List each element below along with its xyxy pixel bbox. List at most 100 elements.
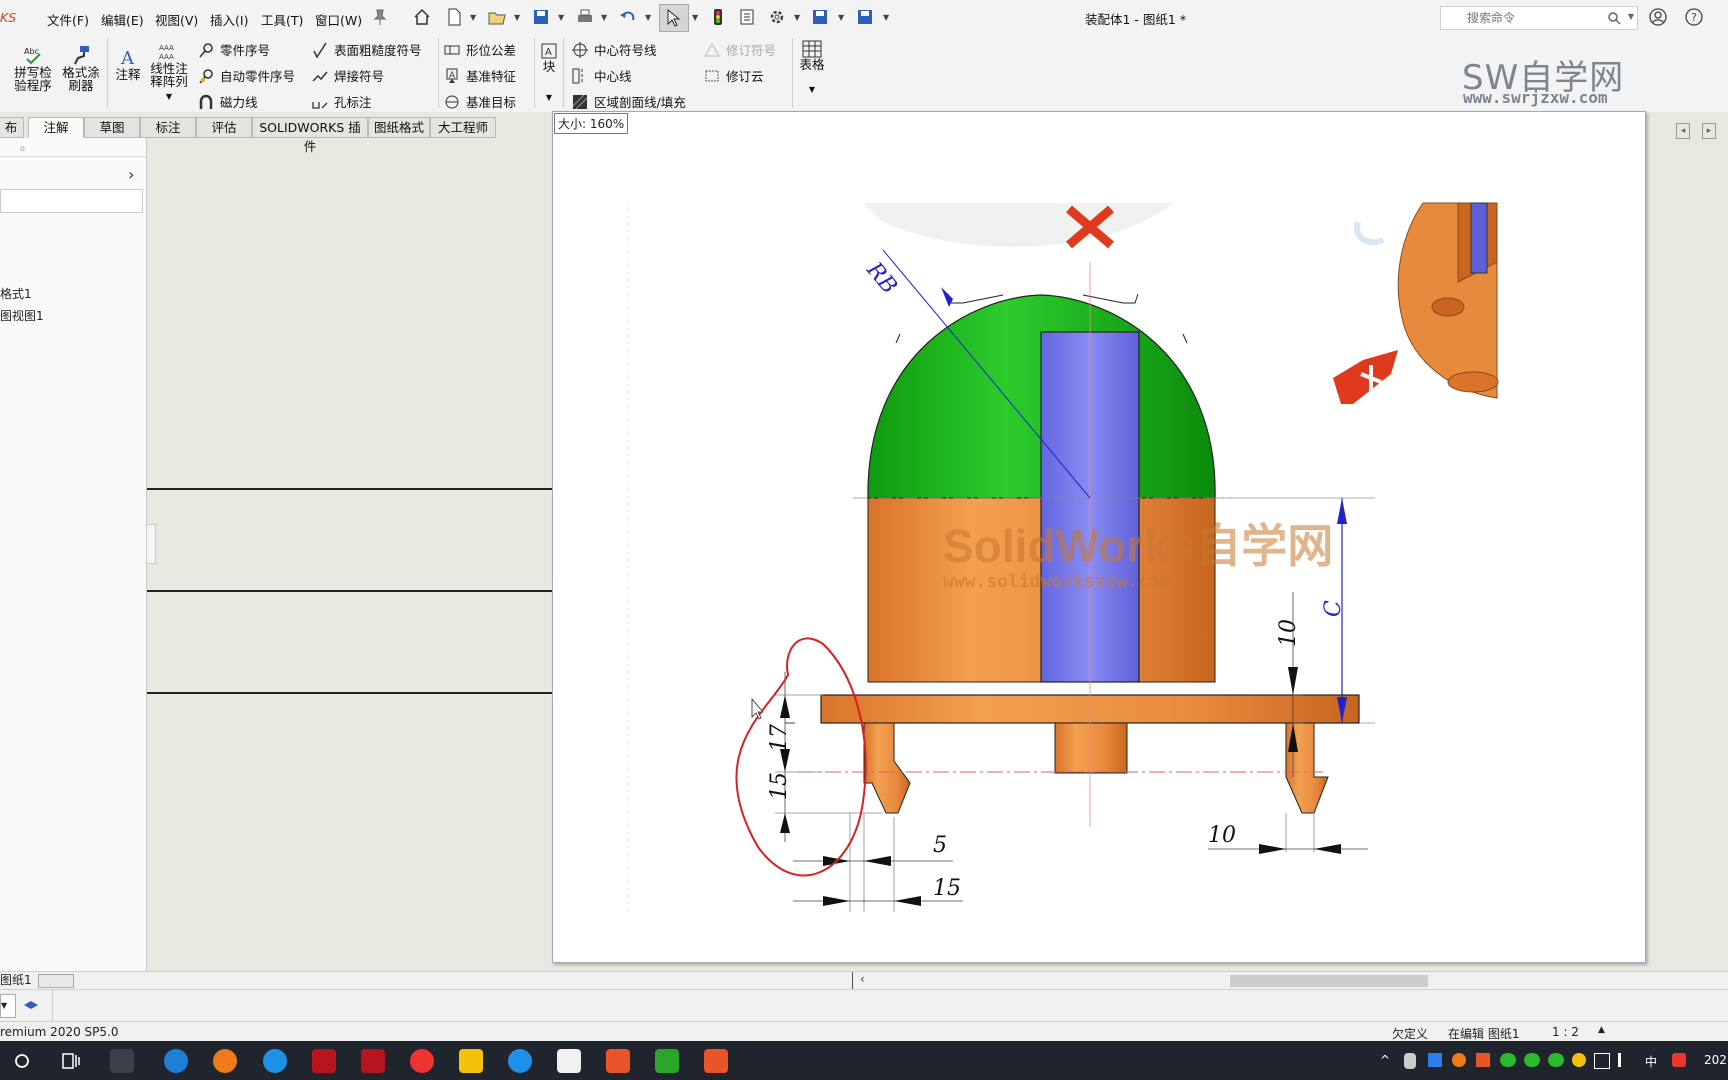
- drawing-sheet[interactable]: RB SolidWorks自学网 www.solidworkszxw.com C: [552, 111, 1646, 963]
- linear-note-pattern-button[interactable]: AAA AAA 线性注 释阵列 ▼: [148, 42, 190, 103]
- options-dropdown-icon[interactable]: ▼: [794, 13, 800, 22]
- format-painter-button[interactable]: 格式涂 刷器: [60, 44, 102, 92]
- tab-evaluate[interactable]: 评估: [196, 117, 252, 138]
- tray-expand-icon[interactable]: ^: [1380, 1053, 1390, 1067]
- search-tool-icon[interactable]: [213, 1049, 237, 1073]
- revision-symbol-button[interactable]: 修订符号: [704, 40, 776, 59]
- scale-status[interactable]: 1 : 2: [1552, 1025, 1579, 1039]
- spell-check-button[interactable]: Abc 拼写检 验程序: [12, 44, 54, 92]
- tab-engineer[interactable]: 大工程师: [430, 117, 496, 138]
- start-icon[interactable]: [14, 1053, 30, 1069]
- microphone-icon[interactable]: [1404, 1053, 1416, 1069]
- scale-dropdown-icon[interactable]: ▲: [1598, 1025, 1605, 1035]
- horizontal-scrollbar-thumb[interactable]: [1230, 975, 1428, 987]
- geometric-tolerance-button[interactable]: 形位公差: [444, 40, 516, 59]
- camtasia-icon[interactable]: [655, 1049, 679, 1073]
- tab-sketch[interactable]: 草图: [84, 117, 140, 138]
- panel-filter-input[interactable]: [0, 189, 143, 213]
- solidworks-2020-icon[interactable]: [361, 1049, 385, 1073]
- layer-icon[interactable]: [22, 996, 40, 1014]
- search-dropdown-icon[interactable]: ▼: [1628, 12, 1634, 21]
- sogou-ime-icon[interactable]: [1672, 1053, 1686, 1067]
- linear-note-pattern-dropdown-icon[interactable]: ▼: [148, 90, 190, 103]
- chrome-browser-icon[interactable]: [410, 1049, 434, 1073]
- messenger-icon[interactable]: [508, 1049, 532, 1073]
- collapse-right-icon[interactable]: ▸: [1702, 123, 1716, 139]
- save-dropdown-icon[interactable]: ▼: [558, 13, 564, 22]
- block-dropdown-icon[interactable]: ▼: [538, 91, 560, 104]
- menu-edit[interactable]: 编辑(E): [101, 10, 144, 29]
- wechat-icon-2[interactable]: [1524, 1053, 1540, 1067]
- open-dropdown-icon[interactable]: ▼: [514, 13, 520, 22]
- new-dropdown-icon[interactable]: ▼: [470, 13, 476, 22]
- sheet-tab[interactable]: 图纸1: [0, 972, 32, 989]
- photo-app-icon[interactable]: [557, 1049, 581, 1073]
- block-button[interactable]: A 块 ▼: [538, 42, 560, 104]
- save-as-icon[interactable]: [810, 7, 830, 27]
- undo-dropdown-icon[interactable]: ▼: [645, 13, 651, 22]
- user-account-icon[interactable]: [1649, 8, 1667, 26]
- volume-icon[interactable]: [1618, 1053, 1635, 1067]
- options-gear-icon[interactable]: [767, 7, 787, 27]
- note-button[interactable]: A 注释: [110, 46, 146, 81]
- menu-view[interactable]: 视图(V): [155, 10, 198, 29]
- collapse-left-icon[interactable]: ◂: [1676, 123, 1690, 139]
- panel-collapse-handle[interactable]: [146, 524, 156, 564]
- print-icon[interactable]: [575, 7, 595, 27]
- save-as-dropdown-icon[interactable]: ▼: [838, 13, 844, 22]
- tray-app-icon[interactable]: [1428, 1053, 1442, 1067]
- wechat-icon-3[interactable]: [1548, 1053, 1564, 1067]
- tab-dimension[interactable]: 标注: [140, 117, 196, 138]
- hole-callout-button[interactable]: 孔标注: [312, 92, 372, 111]
- edge-browser-icon[interactable]: [164, 1049, 188, 1073]
- tab-sheet-format[interactable]: 图纸格式: [368, 117, 430, 138]
- pin-icon[interactable]: [370, 7, 390, 27]
- datum-target-button[interactable]: 基准目标: [444, 92, 516, 111]
- menu-tools[interactable]: 工具(T): [261, 10, 303, 29]
- tree-item-format[interactable]: 格式1: [0, 285, 32, 302]
- table-dropdown-icon[interactable]: ▼: [798, 83, 826, 96]
- print-dropdown-icon[interactable]: ▼: [601, 13, 607, 22]
- menu-file[interactable]: 文件(F): [47, 10, 89, 29]
- save-all-dropdown-icon[interactable]: ▼: [883, 13, 889, 22]
- panel-grip-icon[interactable]: o: [20, 144, 25, 153]
- magnetic-line-button[interactable]: 磁力线: [198, 92, 258, 111]
- home-icon[interactable]: [412, 7, 432, 27]
- menu-insert[interactable]: 插入(I): [210, 10, 248, 29]
- datum-feature-button[interactable]: A 基准特征: [444, 66, 516, 85]
- search-icon[interactable]: [1607, 11, 1621, 25]
- tray-media-icon[interactable]: [1476, 1053, 1490, 1067]
- center-mark-button[interactable]: 中心符号线: [572, 40, 657, 59]
- add-sheet-icon[interactable]: [38, 974, 74, 988]
- tab-annotation[interactable]: 注解: [28, 117, 84, 138]
- save-all-icon[interactable]: [855, 7, 875, 27]
- task-view-icon[interactable]: [62, 1053, 80, 1069]
- star-app-icon[interactable]: [459, 1049, 483, 1073]
- centerline-button[interactable]: 中心线: [572, 66, 632, 85]
- save-icon[interactable]: [531, 7, 551, 27]
- solidworks-2016-icon[interactable]: [312, 1049, 336, 1073]
- media-app-icon[interactable]: [606, 1049, 630, 1073]
- file-properties-icon[interactable]: [737, 7, 757, 27]
- app-icon-s[interactable]: [110, 1049, 134, 1073]
- surface-finish-button[interactable]: 表面粗糙度符号: [312, 40, 422, 59]
- menu-window[interactable]: 窗口(W): [315, 10, 362, 29]
- clock-date[interactable]: 202: [1704, 1053, 1727, 1067]
- open-folder-icon[interactable]: [487, 7, 507, 27]
- chevron-right-icon[interactable]: ›: [128, 165, 134, 184]
- area-hatch-button[interactable]: 区域剖面线/填充: [572, 92, 686, 111]
- tray-star-icon[interactable]: [1572, 1053, 1586, 1067]
- view-dropdown-icon[interactable]: ▼: [0, 994, 16, 1018]
- weld-symbol-button[interactable]: 焊接符号: [312, 66, 384, 85]
- revision-cloud-button[interactable]: 修订云: [704, 66, 764, 85]
- table-button[interactable]: 表格 ▼: [798, 40, 826, 96]
- recorder-icon[interactable]: [704, 1049, 728, 1073]
- undo-icon[interactable]: [618, 7, 638, 27]
- rebuild-traffic-light-icon[interactable]: [708, 7, 728, 27]
- tray-search-icon[interactable]: [1452, 1053, 1466, 1067]
- tab-layout[interactable]: 布局: [0, 117, 24, 154]
- new-document-icon[interactable]: [444, 7, 464, 27]
- search-input[interactable]: [1465, 9, 1619, 27]
- help-icon[interactable]: ?: [1685, 8, 1703, 26]
- select-button[interactable]: [659, 4, 689, 32]
